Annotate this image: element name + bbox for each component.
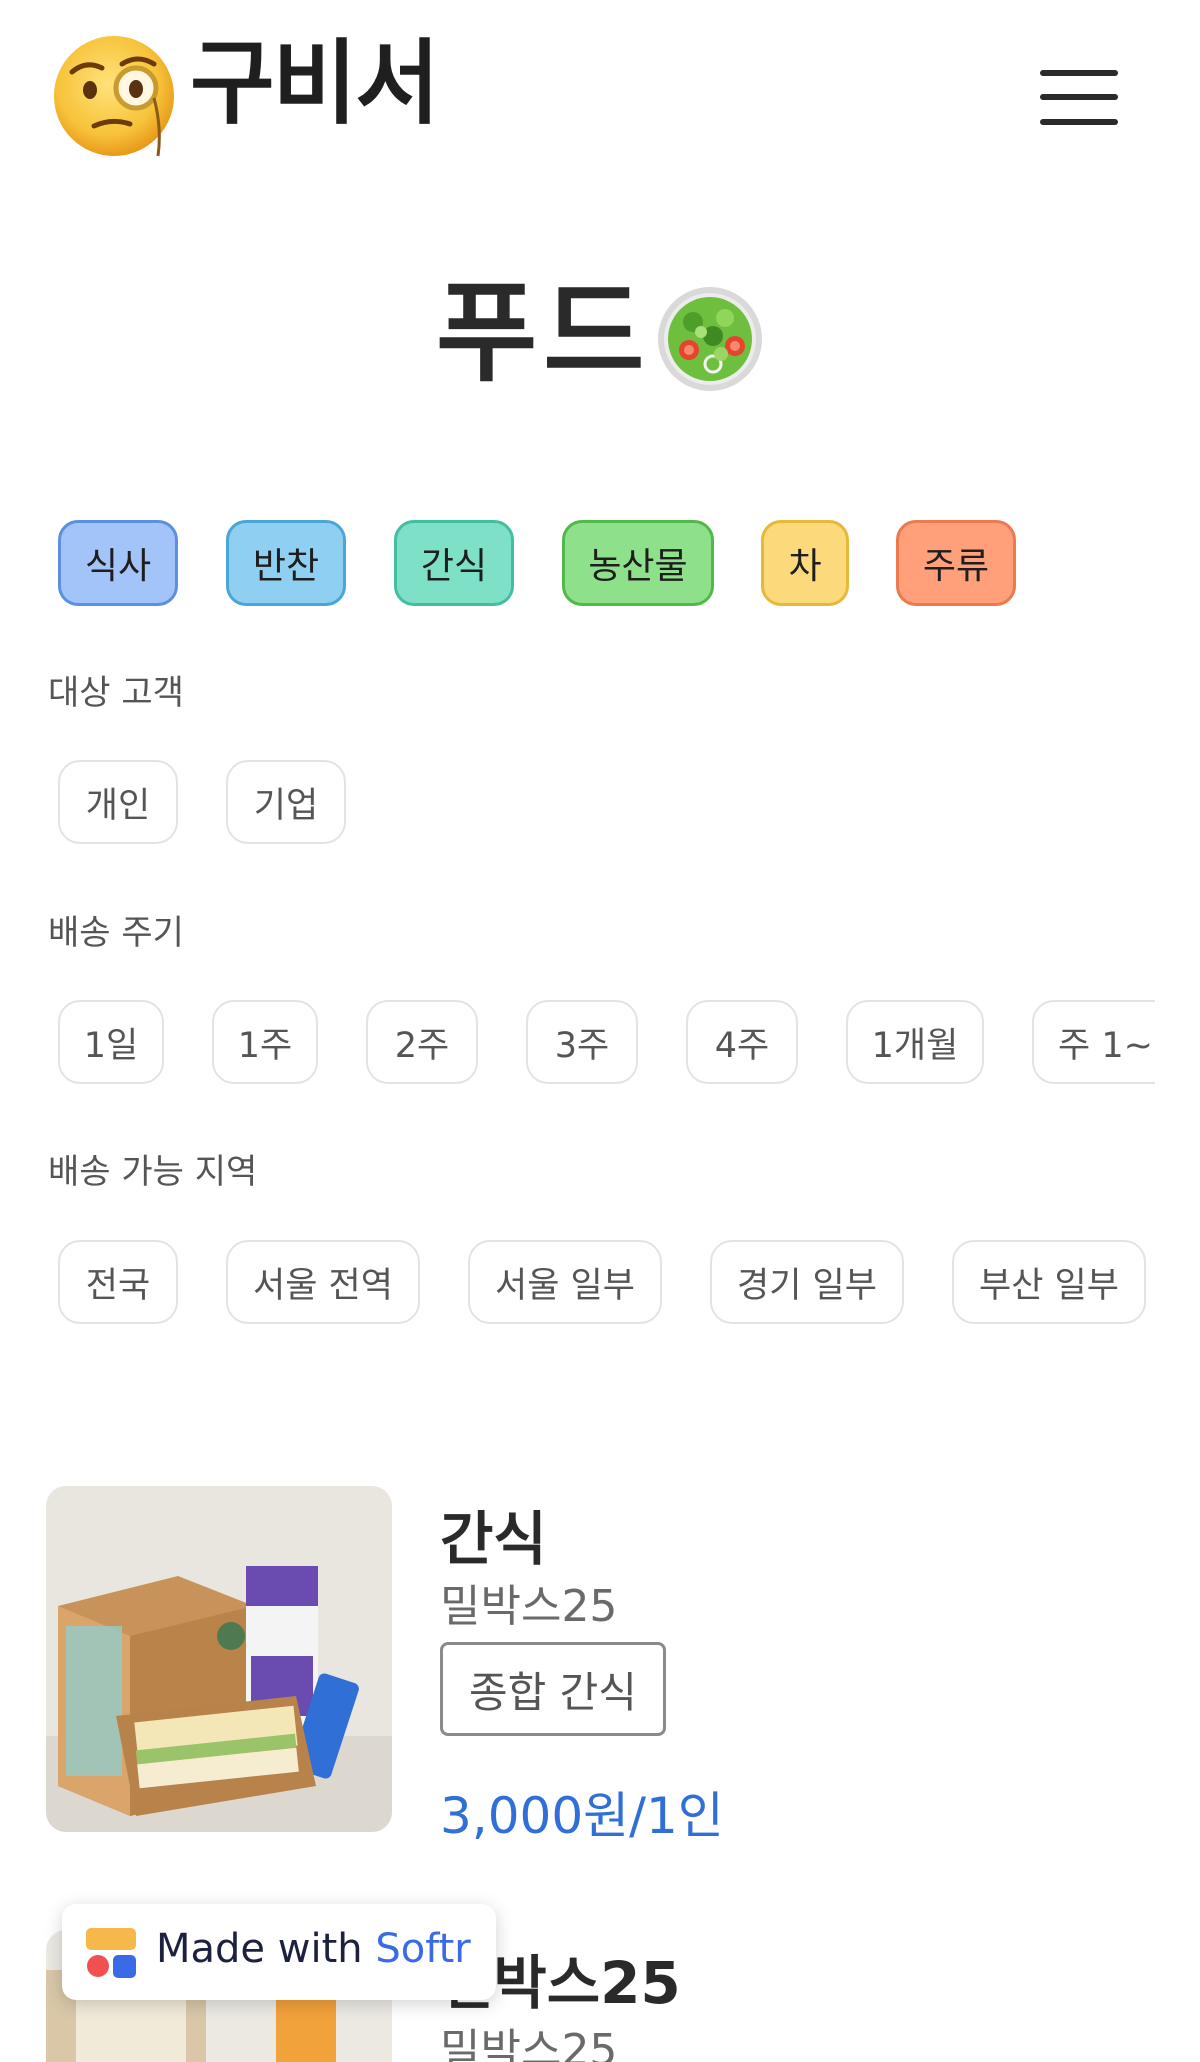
filter-chip-weekly-1-2[interactable]: 주 1~2 [1032, 1000, 1155, 1084]
filter-chip-gyeonggi-partial[interactable]: 경기 일부 [710, 1240, 904, 1324]
filter-chip-seoul-partial[interactable]: 서울 일부 [468, 1240, 662, 1324]
badge-prefix: Made with [156, 1926, 363, 1972]
category-chip-label: 주류 [922, 546, 990, 587]
category-chip-label: 차 [788, 546, 822, 587]
filter-chip-1-month[interactable]: 1개월 [846, 1000, 984, 1084]
filter-chip-busan-partial[interactable]: 부산 일부 [952, 1240, 1146, 1324]
filter-label-cycle: 배송 주기 [48, 913, 184, 953]
filter-chip-1-week[interactable]: 1주 [212, 1000, 318, 1084]
badge-text: Made with Softr [156, 1926, 471, 1972]
filter-chip-nationwide[interactable]: 전국 [58, 1240, 178, 1324]
page-title-area: 푸드 [0, 270, 1200, 410]
product-card[interactable]: 간식 밀박스25 종합 간식 3,000원/1인 [46, 1486, 1156, 1846]
filter-chip-4-week[interactable]: 4주 [686, 1000, 798, 1084]
category-chip-liquor[interactable]: 주류 [896, 520, 1016, 606]
made-with-softr-badge[interactable]: Made with Softr [62, 1904, 496, 2000]
category-chip-produce[interactable]: 농산물 [562, 520, 714, 606]
category-chip-side-dish[interactable]: 반찬 [226, 520, 346, 606]
page-title: 푸드 [436, 269, 651, 397]
filter-chip-2-week[interactable]: 2주 [366, 1000, 478, 1084]
filter-chip-3-week[interactable]: 3주 [526, 1000, 638, 1084]
product-image[interactable] [46, 1486, 392, 1832]
category-chip-tea[interactable]: 차 [761, 520, 849, 606]
product-title: 간식 [440, 1505, 547, 1573]
category-chip-label: 식사 [84, 546, 152, 587]
filter-chip-1-day[interactable]: 1일 [58, 1000, 164, 1084]
filter-label-customer: 대상 고객 [48, 673, 184, 713]
softr-logo-icon [86, 1928, 136, 1978]
hamburger-menu-icon[interactable] [1040, 68, 1118, 128]
product-price: 3,000원/1인 [440, 1787, 724, 1845]
product-vendor: 밀박스25 [440, 2025, 618, 2062]
category-chip-meal[interactable]: 식사 [58, 520, 178, 606]
product-vendor: 밀박스25 [440, 1581, 618, 1632]
filter-chip-personal[interactable]: 개인 [58, 760, 178, 844]
top-header: 구비서 [0, 0, 1200, 200]
filter-chip-business[interactable]: 기업 [226, 760, 346, 844]
category-chip-label: 간식 [420, 546, 488, 587]
category-chip-snack[interactable]: 간식 [394, 520, 514, 606]
category-chip-label: 농산물 [588, 546, 688, 587]
category-chip-label: 반찬 [252, 546, 320, 587]
monocle-face-icon[interactable] [50, 28, 182, 160]
salad-icon [655, 284, 765, 394]
brand-name[interactable]: 구비서 [190, 38, 440, 130]
badge-brand: Softr [375, 1926, 471, 1972]
filter-label-region: 배송 가능 지역 [48, 1152, 258, 1192]
filter-chip-seoul-all[interactable]: 서울 전역 [226, 1240, 420, 1324]
product-tag: 종합 간식 [440, 1642, 666, 1736]
